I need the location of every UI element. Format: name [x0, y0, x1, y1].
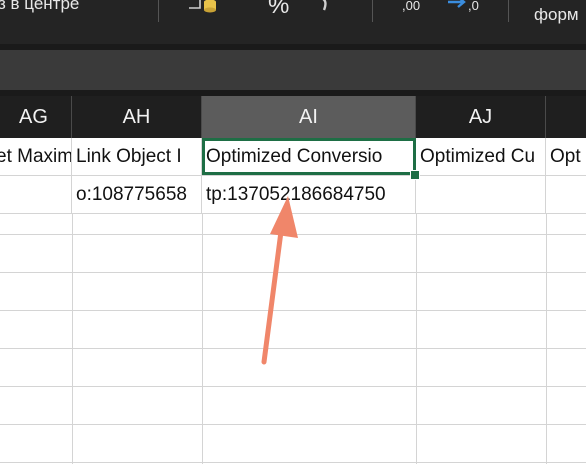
annotation-arrow-icon — [261, 196, 298, 365]
